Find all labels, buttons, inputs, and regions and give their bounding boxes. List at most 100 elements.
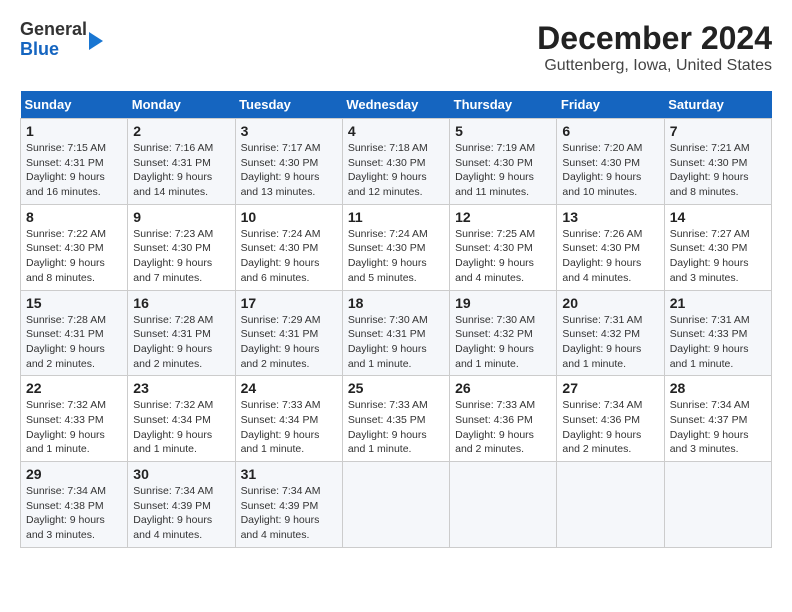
day-number: 17 — [241, 295, 337, 311]
calendar-cell: 9Sunrise: 7:23 AM Sunset: 4:30 PM Daylig… — [128, 204, 235, 290]
day-info: Sunrise: 7:27 AM Sunset: 4:30 PM Dayligh… — [670, 227, 766, 286]
day-info: Sunrise: 7:25 AM Sunset: 4:30 PM Dayligh… — [455, 227, 551, 286]
calendar-cell: 28 Sunrise: 7:34 AM Sunset: 4:37 PM Dayli… — [664, 376, 771, 462]
day-number: 10 — [241, 209, 337, 225]
calendar-cell: 21 Sunrise: 7:31 AM Sunset: 4:33 PM Dayli… — [664, 290, 771, 376]
day-number: 23 — [133, 380, 229, 396]
day-number: 8 — [26, 209, 122, 225]
page-title: December 2024 — [537, 20, 772, 57]
day-number: 27 — [562, 380, 658, 396]
day-info: Sunrise: 7:28 AM Sunset: 4:31 PM Dayligh… — [26, 313, 122, 372]
day-info: Sunrise: 7:22 AM Sunset: 4:30 PM Dayligh… — [26, 227, 122, 286]
header-friday: Friday — [557, 91, 664, 119]
day-info: Sunrise: 7:32 AM Sunset: 4:33 PM Dayligh… — [26, 398, 122, 457]
day-number: 21 — [670, 295, 766, 311]
calendar-cell: 20 Sunrise: 7:31 AM Sunset: 4:32 PM Dayli… — [557, 290, 664, 376]
header-wednesday: Wednesday — [342, 91, 449, 119]
calendar-cell: 1 Sunrise: 7:15 AM Sunset: 4:31 PM Daylig… — [21, 119, 128, 205]
calendar-cell: 24 Sunrise: 7:33 AM Sunset: 4:34 PM Dayli… — [235, 376, 342, 462]
day-number: 20 — [562, 295, 658, 311]
day-info: Sunrise: 7:34 AM Sunset: 4:39 PM Dayligh… — [133, 484, 229, 543]
day-info: Sunrise: 7:30 AM Sunset: 4:31 PM Dayligh… — [348, 313, 444, 372]
day-info: Sunrise: 7:32 AM Sunset: 4:34 PM Dayligh… — [133, 398, 229, 457]
calendar-cell: 7Sunrise: 7:21 AM Sunset: 4:30 PM Daylig… — [664, 119, 771, 205]
day-number: 12 — [455, 209, 551, 225]
calendar-cell: 19 Sunrise: 7:30 AM Sunset: 4:32 PM Dayli… — [450, 290, 557, 376]
day-number: 25 — [348, 380, 444, 396]
day-number: 30 — [133, 466, 229, 482]
day-info: Sunrise: 7:20 AM Sunset: 4:30 PM Dayligh… — [562, 141, 658, 200]
calendar-cell: 15 Sunrise: 7:28 AM Sunset: 4:31 PM Dayli… — [21, 290, 128, 376]
day-number: 1 — [26, 123, 122, 139]
calendar-cell — [557, 462, 664, 548]
header-thursday: Thursday — [450, 91, 557, 119]
day-number: 26 — [455, 380, 551, 396]
calendar-cell: 18Sunrise: 7:30 AM Sunset: 4:31 PM Dayli… — [342, 290, 449, 376]
calendar-cell — [342, 462, 449, 548]
calendar-cell: 8 Sunrise: 7:22 AM Sunset: 4:30 PM Daylig… — [21, 204, 128, 290]
day-number: 22 — [26, 380, 122, 396]
calendar-cell: 10 Sunrise: 7:24 AM Sunset: 4:30 PM Dayli… — [235, 204, 342, 290]
calendar-cell: 13 Sunrise: 7:26 AM Sunset: 4:30 PM Dayli… — [557, 204, 664, 290]
calendar-cell: 27 Sunrise: 7:34 AM Sunset: 4:36 PM Dayli… — [557, 376, 664, 462]
page-subtitle: Guttenberg, Iowa, United States — [537, 57, 772, 75]
calendar-week-row: 1 Sunrise: 7:15 AM Sunset: 4:31 PM Daylig… — [21, 119, 772, 205]
day-number: 28 — [670, 380, 766, 396]
day-info: Sunrise: 7:34 AM Sunset: 4:37 PM Dayligh… — [670, 398, 766, 457]
calendar-cell: 5Sunrise: 7:19 AM Sunset: 4:30 PM Daylig… — [450, 119, 557, 205]
day-info: Sunrise: 7:31 AM Sunset: 4:33 PM Dayligh… — [670, 313, 766, 372]
header-sunday: Sunday — [21, 91, 128, 119]
day-info: Sunrise: 7:24 AM Sunset: 4:30 PM Dayligh… — [241, 227, 337, 286]
day-number: 14 — [670, 209, 766, 225]
logo-arrow-icon — [89, 32, 103, 50]
day-info: Sunrise: 7:31 AM Sunset: 4:32 PM Dayligh… — [562, 313, 658, 372]
day-number: 15 — [26, 295, 122, 311]
day-number: 11 — [348, 209, 444, 225]
day-number: 13 — [562, 209, 658, 225]
calendar-cell: 25 Sunrise: 7:33 AM Sunset: 4:35 PM Dayli… — [342, 376, 449, 462]
day-number: 4 — [348, 123, 444, 139]
day-info: Sunrise: 7:26 AM Sunset: 4:30 PM Dayligh… — [562, 227, 658, 286]
calendar-week-row: 15 Sunrise: 7:28 AM Sunset: 4:31 PM Dayli… — [21, 290, 772, 376]
day-number: 29 — [26, 466, 122, 482]
logo: GeneralBlue — [20, 20, 103, 60]
day-number: 7 — [670, 123, 766, 139]
calendar-week-row: 29Sunrise: 7:34 AM Sunset: 4:38 PM Dayli… — [21, 462, 772, 548]
calendar-cell: 30 Sunrise: 7:34 AM Sunset: 4:39 PM Dayli… — [128, 462, 235, 548]
day-info: Sunrise: 7:29 AM Sunset: 4:31 PM Dayligh… — [241, 313, 337, 372]
calendar-cell: 26 Sunrise: 7:33 AM Sunset: 4:36 PM Dayli… — [450, 376, 557, 462]
calendar-cell: 3 Sunrise: 7:17 AM Sunset: 4:30 PM Daylig… — [235, 119, 342, 205]
calendar-cell: 22 Sunrise: 7:32 AM Sunset: 4:33 PM Dayli… — [21, 376, 128, 462]
calendar-header-row: SundayMondayTuesdayWednesdayThursdayFrid… — [21, 91, 772, 119]
logo-text: GeneralBlue — [20, 20, 87, 60]
calendar-week-row: 22 Sunrise: 7:32 AM Sunset: 4:33 PM Dayli… — [21, 376, 772, 462]
day-number: 2 — [133, 123, 229, 139]
day-number: 31 — [241, 466, 337, 482]
header-saturday: Saturday — [664, 91, 771, 119]
day-info: Sunrise: 7:34 AM Sunset: 4:36 PM Dayligh… — [562, 398, 658, 457]
calendar-cell: 17 Sunrise: 7:29 AM Sunset: 4:31 PM Dayli… — [235, 290, 342, 376]
day-info: Sunrise: 7:17 AM Sunset: 4:30 PM Dayligh… — [241, 141, 337, 200]
day-info: Sunrise: 7:33 AM Sunset: 4:35 PM Dayligh… — [348, 398, 444, 457]
day-info: Sunrise: 7:24 AM Sunset: 4:30 PM Dayligh… — [348, 227, 444, 286]
calendar-cell: 14 Sunrise: 7:27 AM Sunset: 4:30 PM Dayli… — [664, 204, 771, 290]
calendar-cell: 6Sunrise: 7:20 AM Sunset: 4:30 PM Daylig… — [557, 119, 664, 205]
day-info: Sunrise: 7:19 AM Sunset: 4:30 PM Dayligh… — [455, 141, 551, 200]
calendar-cell: 31Sunrise: 7:34 AM Sunset: 4:39 PM Dayli… — [235, 462, 342, 548]
title-block: December 2024 Guttenberg, Iowa, United S… — [537, 20, 772, 75]
calendar-cell — [450, 462, 557, 548]
day-info: Sunrise: 7:33 AM Sunset: 4:36 PM Dayligh… — [455, 398, 551, 457]
calendar-week-row: 8 Sunrise: 7:22 AM Sunset: 4:30 PM Daylig… — [21, 204, 772, 290]
calendar-cell: 2Sunrise: 7:16 AM Sunset: 4:31 PM Daylig… — [128, 119, 235, 205]
day-info: Sunrise: 7:30 AM Sunset: 4:32 PM Dayligh… — [455, 313, 551, 372]
calendar-cell: 16 Sunrise: 7:28 AM Sunset: 4:31 PM Dayli… — [128, 290, 235, 376]
calendar-cell: 23 Sunrise: 7:32 AM Sunset: 4:34 PM Dayli… — [128, 376, 235, 462]
day-number: 19 — [455, 295, 551, 311]
day-info: Sunrise: 7:33 AM Sunset: 4:34 PM Dayligh… — [241, 398, 337, 457]
day-number: 16 — [133, 295, 229, 311]
day-info: Sunrise: 7:28 AM Sunset: 4:31 PM Dayligh… — [133, 313, 229, 372]
day-number: 24 — [241, 380, 337, 396]
calendar-cell — [664, 462, 771, 548]
day-number: 3 — [241, 123, 337, 139]
day-info: Sunrise: 7:15 AM Sunset: 4:31 PM Dayligh… — [26, 141, 122, 200]
